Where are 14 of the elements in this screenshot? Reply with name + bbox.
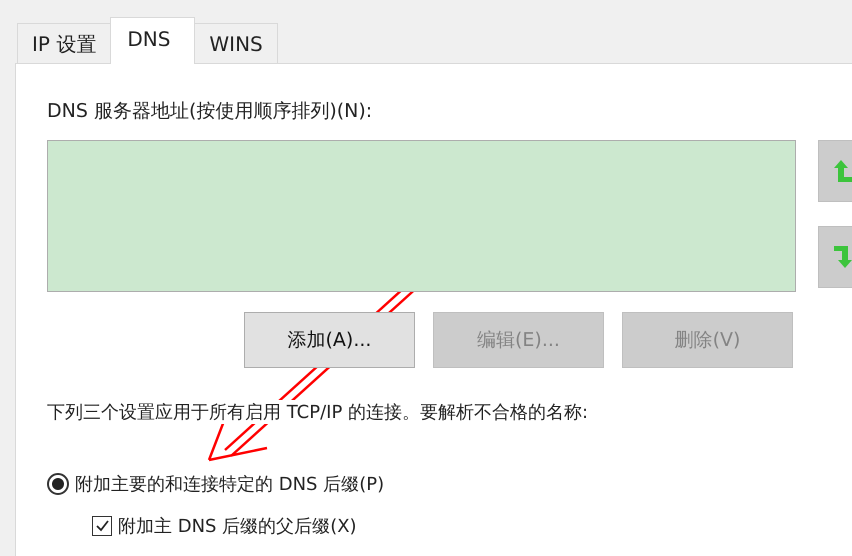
tab[interactable]: IP 设置 — [17, 23, 112, 63]
option-label: 附加主 DNS 后缀的父后缀(X) — [118, 515, 357, 538]
checkbox[interactable] — [92, 516, 112, 536]
dns-server-list[interactable] — [47, 140, 796, 292]
dialog-button[interactable]: 添加(A)... — [244, 312, 415, 368]
tab[interactable]: DNS — [110, 17, 196, 64]
checkmark-icon — [94, 518, 110, 534]
down-arrow-icon — [834, 246, 852, 268]
option-label: 附加主要的和连接特定的 DNS 后缀(P) — [75, 473, 384, 496]
tab[interactable]: WINS — [194, 23, 278, 63]
radio-button[interactable] — [47, 473, 69, 495]
up-arrow-icon — [834, 160, 852, 182]
dns-servers-label: DNS 服务器地址(按使用顺序排列)(N): — [47, 99, 374, 124]
description-text: 下列三个设置应用于所有启用 TCP/IP 的连接。要解析不合格的名称: — [47, 400, 588, 424]
